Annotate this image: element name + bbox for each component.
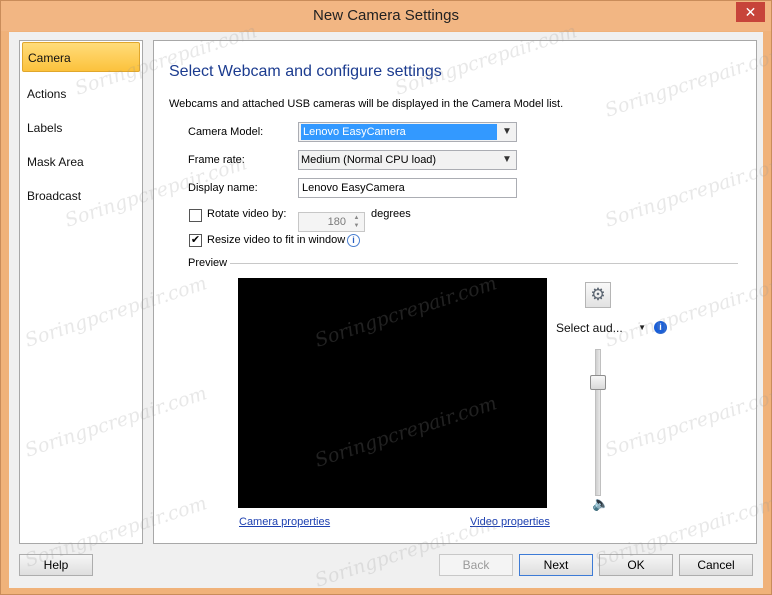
- camera-model-label: Camera Model:: [188, 126, 264, 138]
- video-properties-link[interactable]: Video properties: [470, 516, 550, 528]
- info-icon[interactable]: i: [347, 234, 360, 247]
- dialog-client: Camera Actions Labels Mask Area Broadcas…: [9, 32, 763, 588]
- info-icon[interactable]: i: [654, 321, 667, 334]
- dialog-window: New Camera Settings ✕ Camera Actions Lab…: [0, 0, 772, 595]
- volume-slider-track[interactable]: [595, 349, 601, 496]
- audio-source-select[interactable]: Select aud... ▼: [552, 317, 648, 339]
- speaker-icon: 🔈: [592, 495, 610, 511]
- page-description: Webcams and attached USB cameras will be…: [169, 98, 564, 110]
- frame-rate-select[interactable]: Medium (Normal CPU load) ▼: [298, 150, 517, 170]
- display-name-label: Display name:: [188, 182, 258, 194]
- gear-icon: ⚙: [590, 285, 606, 304]
- rotate-video-checkbox[interactable]: [189, 209, 202, 222]
- help-button[interactable]: Help: [19, 554, 93, 576]
- camera-properties-link[interactable]: Camera properties: [239, 516, 330, 528]
- page-title: Select Webcam and configure settings: [169, 63, 442, 80]
- sidebar-item-label: Camera: [28, 51, 71, 65]
- title-bar[interactable]: New Camera Settings ✕: [1, 1, 771, 31]
- chevron-down-icon: ▼: [502, 126, 512, 137]
- sidebar-item-labels[interactable]: Labels: [22, 113, 140, 143]
- settings-panel: Select Webcam and configure settings Web…: [153, 40, 757, 544]
- checkmark-icon: ✔: [190, 234, 201, 246]
- next-button[interactable]: Next: [519, 554, 593, 576]
- chevron-down-icon: ▼: [502, 154, 512, 165]
- preview-divider: [230, 263, 738, 264]
- volume-slider-handle[interactable]: [590, 375, 606, 391]
- rotate-degrees-stepper[interactable]: 180 ▲ ▼: [298, 212, 365, 232]
- back-button[interactable]: Back: [439, 554, 513, 576]
- sidebar-item-camera[interactable]: Camera: [22, 42, 140, 72]
- sidebar-item-label: Mask Area: [27, 155, 84, 169]
- cancel-button[interactable]: Cancel: [679, 554, 753, 576]
- frame-rate-value: Medium (Normal CPU load): [301, 154, 437, 166]
- rotate-degrees-value: 180: [327, 216, 346, 228]
- sidebar-item-label: Labels: [27, 121, 63, 135]
- stepper-arrows-icon[interactable]: ▲ ▼: [350, 214, 363, 230]
- display-name-value: Lenovo EasyCamera: [302, 182, 405, 194]
- sidebar-item-mask-area[interactable]: Mask Area: [22, 147, 140, 177]
- audio-settings-button[interactable]: ⚙: [585, 282, 611, 308]
- frame-rate-label: Frame rate:: [188, 154, 245, 166]
- resize-video-label: Resize video to fit in window: [207, 234, 346, 246]
- camera-model-value: Lenovo EasyCamera: [301, 124, 497, 140]
- camera-model-select[interactable]: Lenovo EasyCamera ▼: [298, 122, 517, 142]
- sidebar-item-actions[interactable]: Actions: [22, 79, 140, 109]
- display-name-field[interactable]: Lenovo EasyCamera: [298, 178, 517, 198]
- rotate-video-label: Rotate video by:: [207, 208, 287, 220]
- preview-label: Preview: [188, 257, 228, 269]
- sidebar-item-broadcast[interactable]: Broadcast: [22, 181, 140, 211]
- ok-button[interactable]: OK: [599, 554, 673, 576]
- close-button[interactable]: ✕: [736, 2, 765, 22]
- close-icon: ✕: [744, 4, 757, 20]
- video-preview: [238, 278, 547, 508]
- chevron-down-icon: ▼: [638, 323, 646, 332]
- audio-source-value: Select aud...: [556, 321, 623, 335]
- sidebar: Camera Actions Labels Mask Area Broadcas…: [19, 40, 143, 544]
- sidebar-item-label: Broadcast: [27, 189, 82, 203]
- window-title: New Camera Settings: [313, 7, 459, 24]
- degrees-label: degrees: [371, 208, 411, 220]
- sidebar-item-label: Actions: [27, 87, 67, 101]
- resize-video-checkbox[interactable]: ✔: [189, 234, 202, 247]
